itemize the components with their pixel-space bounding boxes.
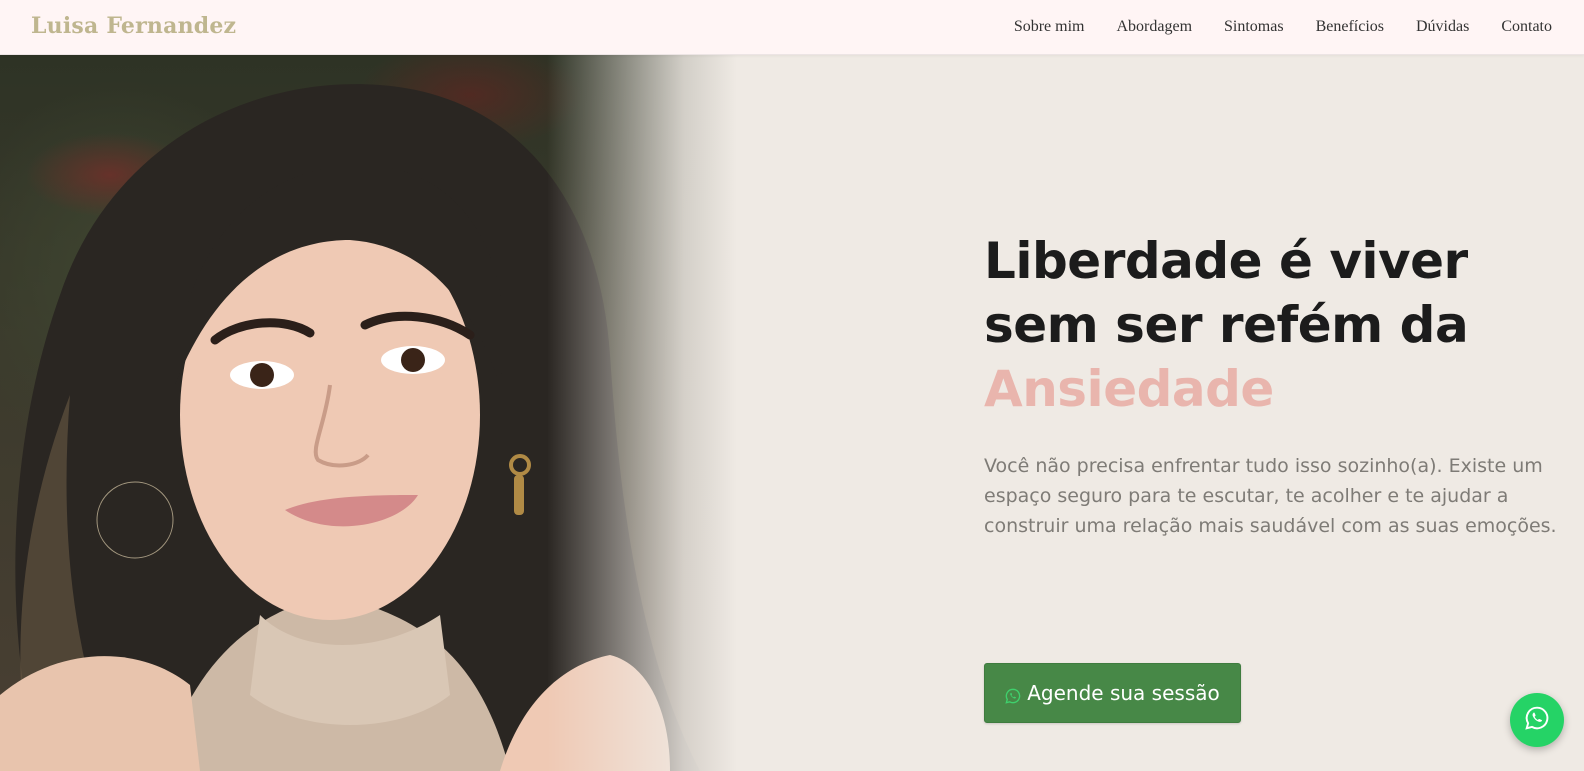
nav-link-sobre-mim[interactable]: Sobre mim [1014,18,1085,36]
nav-link-beneficios[interactable]: Benefícios [1316,18,1384,36]
site-header: Luisa Fernandez Sobre mim Abordagem Sint… [0,0,1584,55]
whatsapp-icon [1005,685,1021,704]
nav-link-abordagem[interactable]: Abordagem [1116,18,1192,36]
brand-logo-link[interactable]: Luisa Fernandez [31,13,236,39]
portrait-photo [0,55,760,771]
schedule-session-label: Agende sua sessão [1027,681,1220,705]
nav-link-contato[interactable]: Contato [1501,18,1552,36]
hero-headline: Liberdade é viver sem ser refém da Ansie… [984,229,1574,421]
hero-headline-text: Liberdade é viver sem ser refém da [984,232,1469,354]
hero-copy: Liberdade é viver sem ser refém da Ansie… [984,229,1574,723]
schedule-session-button[interactable]: Agende sua sessão [984,663,1241,723]
hero-lead: Você não precisa enfrentar tudo isso soz… [984,455,1557,537]
photo-fade-overlay [0,55,760,771]
whatsapp-icon [1524,705,1550,735]
main-nav: Sobre mim Abordagem Sintomas Benefícios … [1014,18,1552,36]
whatsapp-floating-button[interactable] [1510,693,1564,747]
nav-link-sintomas[interactable]: Sintomas [1224,18,1284,36]
hero-headline-accent: Ansiedade [984,360,1274,418]
hero-section: Liberdade é viver sem ser refém da Ansie… [0,55,1584,771]
nav-link-duvidas[interactable]: Dúvidas [1416,18,1469,36]
